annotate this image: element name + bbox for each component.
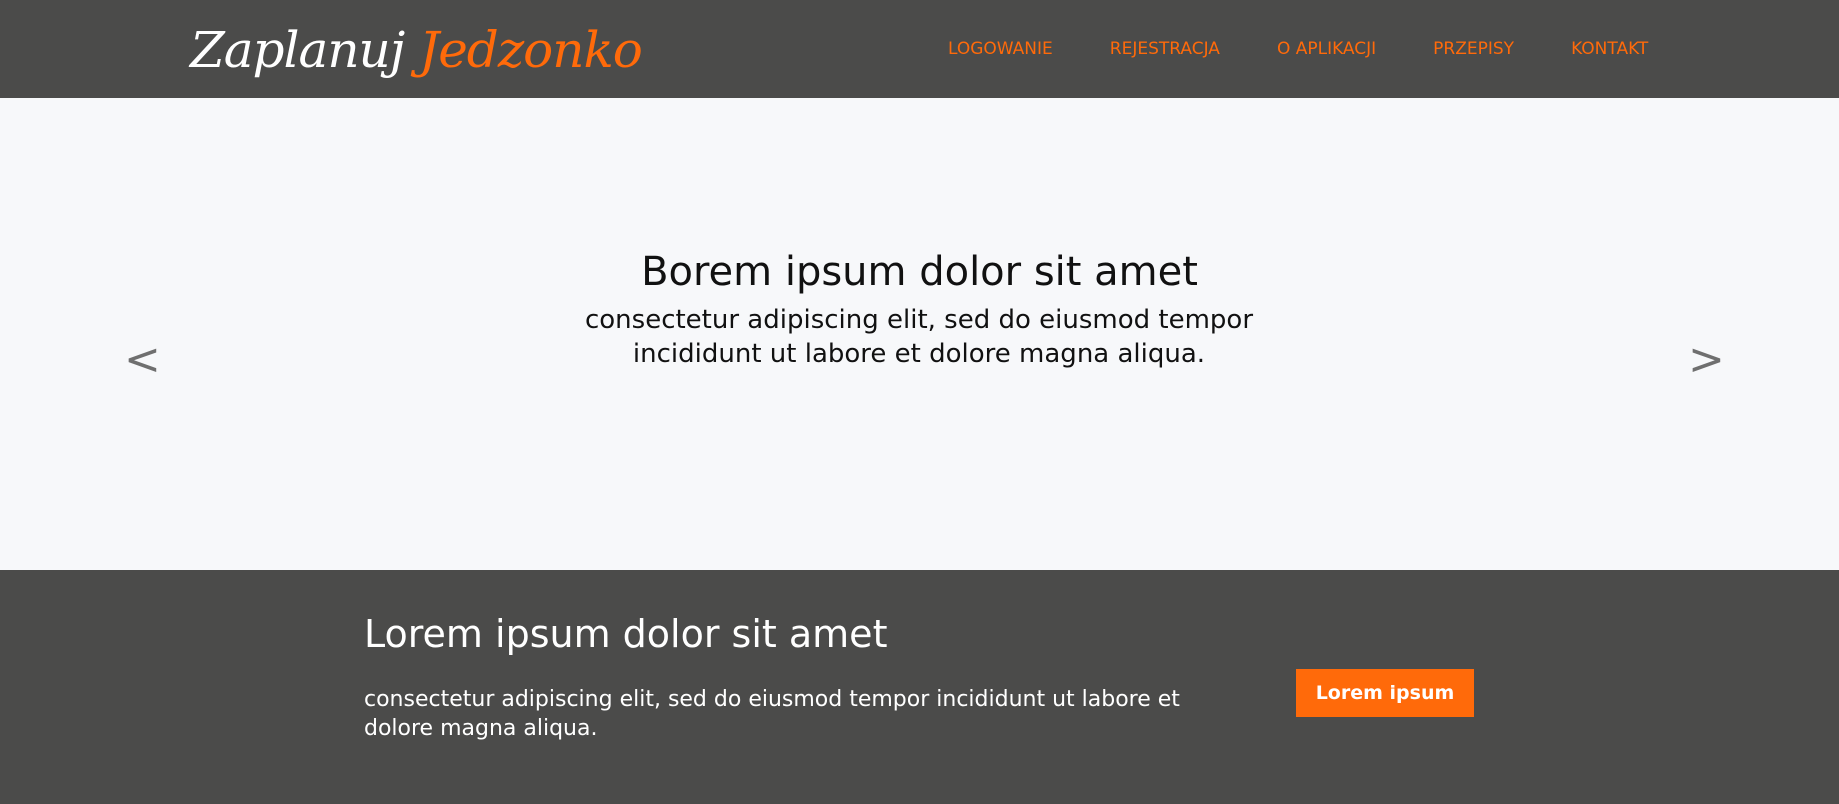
nav-item-logowanie[interactable]: LOGOWANIE [948, 38, 1053, 60]
nav-item-przepisy[interactable]: PRZEPISY [1433, 38, 1514, 60]
slider-next-arrow-icon[interactable]: > [1688, 338, 1725, 382]
logo-text-primary: Zaplanuj [190, 21, 405, 79]
site-header: Zaplanuj Jedzonko LOGOWANIE REJESTRACJA … [0, 0, 1839, 98]
hero-slider: < Borem ipsum dolor sit amet consectetur… [0, 98, 1839, 570]
call-to-action-section: Lorem ipsum dolor sit amet consectetur a… [0, 570, 1839, 804]
cta-text: consectetur adipiscing elit, sed do eius… [364, 687, 1180, 741]
main-nav: LOGOWANIE REJESTRACJA O APLIKACJI PRZEPI… [948, 38, 1648, 60]
hero-text: consectetur adipiscing elit, sed do eius… [584, 305, 1254, 369]
logo[interactable]: Zaplanuj Jedzonko [190, 18, 643, 82]
nav-item-o-aplikacji[interactable]: O APLIKACJI [1277, 38, 1376, 60]
nav-item-rejestracja[interactable]: REJESTRACJA [1110, 38, 1220, 60]
nav-item-kontakt[interactable]: KONTAKT [1571, 38, 1648, 60]
cta-button[interactable]: Lorem ipsum [1296, 669, 1474, 717]
cta-title: Lorem ipsum dolor sit amet [364, 612, 888, 656]
hero-title: Borem ipsum dolor sit amet [641, 249, 1198, 295]
logo-text-accent: Jedzonko [419, 21, 643, 79]
slider-prev-arrow-icon[interactable]: < [124, 338, 161, 382]
